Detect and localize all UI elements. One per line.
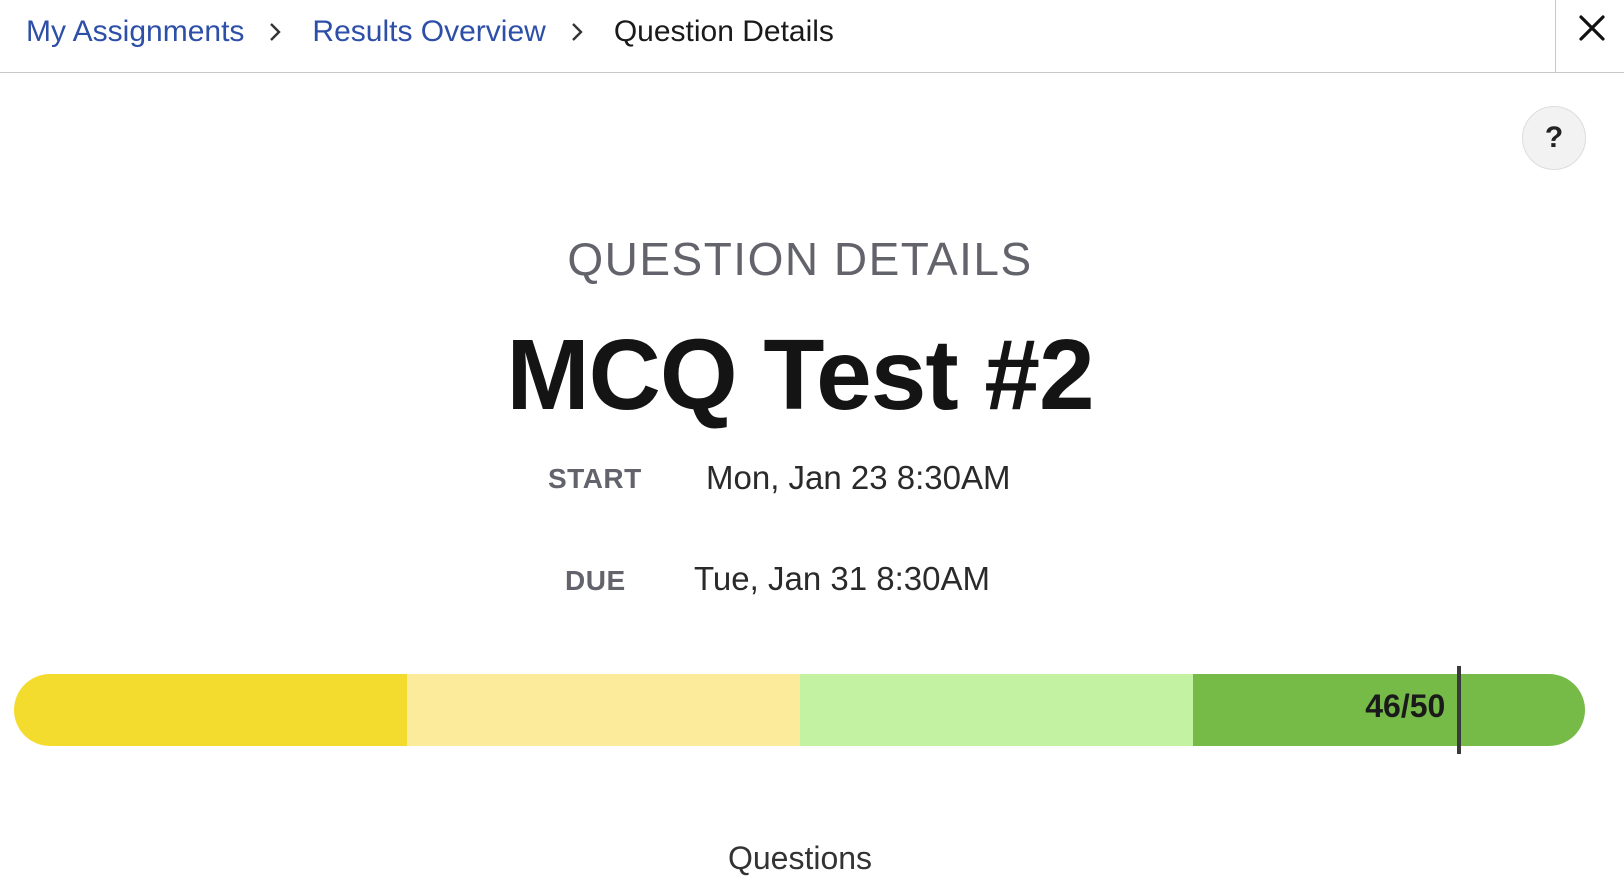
close-icon[interactable]: [1572, 8, 1612, 48]
score-bar: [14, 674, 1585, 746]
breadcrumb-current-page: Question Details: [613, 15, 834, 48]
breadcrumb-my-assignments[interactable]: My Assignments: [26, 12, 244, 52]
due-value: Tue, Jan 31 8:30AM: [694, 560, 990, 597]
close-panel: [1555, 0, 1624, 72]
score-band-3: [800, 674, 1193, 746]
breadcrumb: My Assignments Results Overview Question…: [26, 12, 834, 52]
questions-heading: Questions: [727, 840, 873, 876]
breadcrumb-results-overview[interactable]: Results Overview: [312, 12, 545, 52]
due-label: DUE: [565, 565, 626, 596]
score-band-1: [14, 674, 407, 746]
page-title: MCQ Test #2: [506, 319, 1094, 431]
page-subtitle: QUESTION DETAILS: [567, 233, 1033, 285]
chevron-right-icon: [570, 12, 590, 52]
chevron-right-icon: [268, 12, 288, 52]
score-marker: [1457, 666, 1462, 754]
start-label: START: [548, 463, 642, 494]
score-band-2: [407, 674, 800, 746]
help-icon[interactable]: ?: [1522, 106, 1586, 170]
score-label: 46/50: [1365, 688, 1446, 724]
start-value: Mon, Jan 23 8:30AM: [706, 459, 1011, 496]
top-bar: My Assignments Results Overview Question…: [0, 0, 1624, 73]
